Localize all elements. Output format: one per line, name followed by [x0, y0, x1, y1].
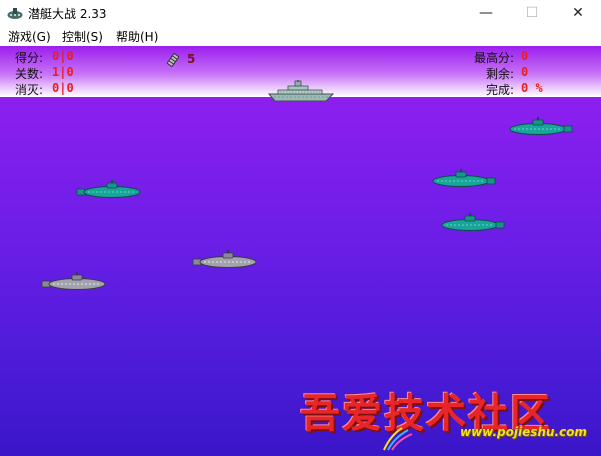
- enemy-submarine-grey: [41, 272, 106, 290]
- menu-control[interactable]: 控制(S): [62, 28, 103, 45]
- enemy-submarine-grey: [192, 250, 257, 268]
- enemy-submarine-teal: [509, 117, 573, 135]
- enemy-submarine-teal: [441, 213, 505, 231]
- enemy-submarine-teal: [432, 169, 496, 187]
- player-destroyer-ship: [268, 80, 334, 102]
- score-label: 得分:: [15, 51, 44, 65]
- maximize-icon: ☐: [525, 5, 539, 21]
- close-icon: ✕: [572, 5, 584, 21]
- window-title: 潜艇大战 2.33: [28, 7, 107, 21]
- high-score-value: 0: [521, 49, 529, 63]
- destroyed-label: 消灭:: [15, 83, 44, 97]
- minimize-icon: —: [479, 5, 493, 21]
- maximize-button[interactable]: ☐: [509, 0, 555, 26]
- level-label: 关数:: [15, 67, 44, 81]
- minimize-button[interactable]: —: [463, 0, 509, 26]
- menu-help[interactable]: 帮助(H): [116, 28, 158, 45]
- title-bar: 潜艇大战 2.33 — ☐ ✕: [0, 0, 601, 26]
- enemy-submarine-teal: [76, 180, 141, 198]
- high-score-label: 最高分:: [474, 51, 515, 65]
- game-area[interactable]: 得分: 0|0 关数: 1|0 消灭: 0|0 5 最高分: 0 剩余: 0 完…: [0, 46, 601, 456]
- menu-game[interactable]: 游戏(G): [8, 28, 51, 45]
- destroyed-value: 0|0: [52, 81, 74, 95]
- close-button[interactable]: ✕: [555, 0, 601, 26]
- remaining-value: 0: [521, 65, 529, 79]
- score-value: 0|0: [52, 49, 74, 63]
- watermark-url: www.pojieshu.com: [460, 425, 587, 439]
- completion-label: 完成:: [486, 83, 515, 97]
- remaining-label: 剩余:: [486, 67, 515, 81]
- submarine-app-icon: [7, 8, 23, 19]
- menu-bar: 游戏(G) 控制(S) 帮助(H): [0, 26, 601, 46]
- completion-value: 0 %: [521, 81, 543, 95]
- ammo-count: 5: [187, 52, 196, 66]
- level-value: 1|0: [52, 65, 74, 79]
- watermark-swirl-icon: [383, 427, 413, 451]
- depth-charge-icon: [166, 53, 180, 67]
